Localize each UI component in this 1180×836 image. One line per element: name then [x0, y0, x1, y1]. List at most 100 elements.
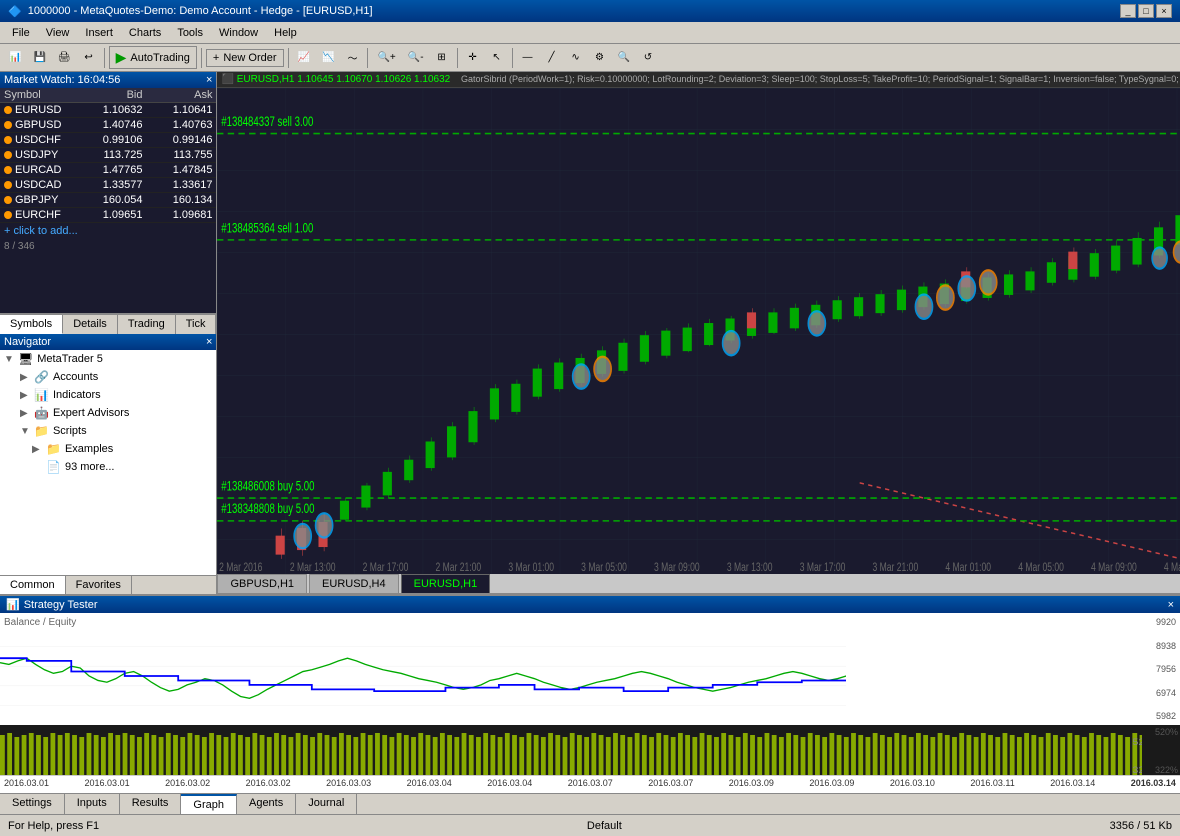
menu-insert[interactable]: Insert	[77, 25, 121, 41]
maximize-button[interactable]: □	[1138, 4, 1154, 18]
col-symbol: Symbol	[4, 89, 72, 101]
symbol-indicator	[4, 211, 12, 219]
list-item[interactable]: EURCAD 1.47765 1.47845	[0, 163, 216, 178]
list-item[interactable]: GBPJPY 160.054 160.134	[0, 193, 216, 208]
script-icon: 📄	[46, 460, 61, 474]
margin-level-area: Margin Level	[0, 725, 1180, 775]
list-item[interactable]: GBPUSD 1.40746 1.40763	[0, 118, 216, 133]
ask-value: 160.134	[142, 194, 212, 206]
bid-value: 160.054	[72, 194, 142, 206]
symbol-name: EURCHF	[15, 209, 61, 221]
minimize-button[interactable]: _	[1120, 4, 1136, 18]
autotrading-label: AutoTrading	[130, 52, 190, 64]
tb-undo[interactable]: ↩	[78, 47, 100, 69]
menu-view[interactable]: View	[38, 25, 78, 41]
menu-file[interactable]: File	[4, 25, 38, 41]
x-label: 2016.03.09	[729, 778, 774, 791]
tab-results[interactable]: Results	[120, 794, 182, 814]
market-watch-close[interactable]: ×	[206, 74, 212, 86]
tree-item-examples[interactable]: ▶ 📁 Examples	[0, 440, 216, 458]
tb-bar-chart[interactable]: 📈	[293, 47, 315, 69]
tab-agents[interactable]: Agents	[237, 794, 296, 814]
tb-save[interactable]: 💾	[28, 47, 50, 69]
tab-graph[interactable]: Graph	[181, 794, 237, 814]
tree-item-indicators[interactable]: ▶ 📊 Indicators	[0, 386, 216, 404]
tb-zoom-in[interactable]: 🔍+	[372, 47, 400, 69]
x-label: 2016.03.01	[4, 778, 49, 791]
tb-cursor[interactable]: ↖	[486, 47, 508, 69]
close-button[interactable]: ×	[1156, 4, 1172, 18]
tab-details[interactable]: Details	[63, 314, 118, 334]
tab-journal[interactable]: Journal	[296, 794, 357, 814]
main-container: Market Watch: 16:04:56 × Symbol Bid Ask …	[0, 72, 1180, 594]
tb-search[interactable]: 🔍	[613, 47, 635, 69]
add-symbol-link[interactable]: + click to add...	[4, 225, 78, 237]
tree-item-accounts[interactable]: ▶ 🔗 Accounts	[0, 368, 216, 386]
separator-5	[457, 48, 458, 68]
window-controls[interactable]: _ □ ×	[1120, 4, 1172, 18]
tb-line-chart[interactable]: 〜	[341, 47, 363, 69]
symbol-name: USDCHF	[15, 134, 61, 146]
list-item[interactable]: USDJPY 113.725 113.755	[0, 148, 216, 163]
tab-favorites[interactable]: Favorites	[66, 576, 132, 594]
svg-text:4 Mar 13:00: 4 Mar 13:00	[1164, 561, 1180, 574]
symbol-name: EURCAD	[15, 164, 61, 176]
tree-item-metatrader5[interactable]: ▼ 🖥 MetaTrader 5	[0, 350, 216, 368]
chart-canvas[interactable]: 1.10470 1.10260 1.10050 1.09840 1.09630 …	[217, 88, 1180, 574]
tab-trading[interactable]: Trading	[118, 314, 176, 334]
tb-print[interactable]: 🖨	[53, 47, 76, 69]
tab-eurusd-h4[interactable]: EURUSD,H4	[309, 574, 399, 593]
mw-column-header: Symbol Bid Ask	[0, 88, 216, 103]
symbol-indicator	[4, 136, 12, 144]
tb-fit[interactable]: ⊞	[431, 47, 453, 69]
tb-crosshair[interactable]: ✛	[462, 47, 484, 69]
tab-symbols[interactable]: Symbols	[0, 314, 63, 334]
bid-value: 1.33577	[72, 179, 142, 191]
menu-charts[interactable]: Charts	[121, 25, 169, 41]
tb-candlestick[interactable]: 📉	[317, 47, 339, 69]
navigator-close[interactable]: ×	[206, 336, 212, 348]
tree-label: MetaTrader 5	[37, 353, 103, 365]
neworder-icon: +	[213, 52, 219, 64]
svg-text:4 Mar 09:00: 4 Mar 09:00	[1092, 561, 1138, 574]
tab-gbpusd-h1[interactable]: GBPUSD,H1	[217, 574, 307, 593]
symbol-indicator	[4, 106, 12, 114]
tree-item-scripts[interactable]: ▼ 📁 Scripts	[0, 422, 216, 440]
tb-refresh[interactable]: ↺	[637, 47, 659, 69]
toolbar: 📊 💾 🖨 ↩ ▶ AutoTrading + New Order 📈 📉 〜 …	[0, 44, 1180, 72]
expand-icon: ▼	[4, 354, 14, 365]
tb-new-chart[interactable]: 📊	[4, 47, 26, 69]
list-item[interactable]: EURUSD 1.10632 1.10641	[0, 103, 216, 118]
tree-item-expert-advisors[interactable]: ▶ 🤖 Expert Advisors	[0, 404, 216, 422]
x-label: 2016.03.14	[1050, 778, 1095, 791]
menu-help[interactable]: Help	[266, 25, 305, 41]
tab-settings[interactable]: Settings	[0, 794, 65, 814]
bid-value: 1.47765	[72, 164, 142, 176]
st-close-button[interactable]: ×	[1168, 599, 1174, 611]
x-label: 2016.03.04	[407, 778, 452, 791]
status-bar: For Help, press F1 Default 3356 / 51 Kb	[0, 814, 1180, 836]
svg-text:3 Mar 17:00: 3 Mar 17:00	[800, 561, 846, 574]
neworder-button[interactable]: + New Order	[206, 49, 284, 67]
tb-fibonaci[interactable]: ∿	[565, 47, 587, 69]
menu-window[interactable]: Window	[211, 25, 266, 41]
list-item[interactable]: USDCAD 1.33577 1.33617	[0, 178, 216, 193]
tree-item-more[interactable]: 📄 93 more...	[0, 458, 216, 476]
tab-tick[interactable]: Tick	[176, 314, 217, 334]
list-item[interactable]: USDCHF 0.99106 0.99146	[0, 133, 216, 148]
folder-icon: 🖥	[18, 352, 33, 366]
tab-inputs[interactable]: Inputs	[65, 794, 120, 814]
margin-y-labels: 520% 322%	[1142, 727, 1178, 775]
tb-indicators[interactable]: ⚙	[589, 47, 611, 69]
list-item[interactable]: EURCHF 1.09651 1.09681	[0, 208, 216, 223]
tab-common[interactable]: Common	[0, 576, 66, 594]
tb-zoom-out[interactable]: 🔍-	[403, 47, 429, 69]
tb-hline[interactable]: —	[517, 47, 539, 69]
svg-text:3 Mar 09:00: 3 Mar 09:00	[654, 561, 700, 574]
autotrading-button[interactable]: ▶ AutoTrading	[109, 46, 197, 69]
bid-value: 1.40746	[72, 119, 142, 131]
tb-trendline[interactable]: ╱	[541, 47, 563, 69]
tab-eurusd-h1[interactable]: EURUSD,H1	[401, 574, 491, 593]
menu-tools[interactable]: Tools	[169, 25, 211, 41]
margin-y-label: 520%	[1142, 727, 1178, 737]
